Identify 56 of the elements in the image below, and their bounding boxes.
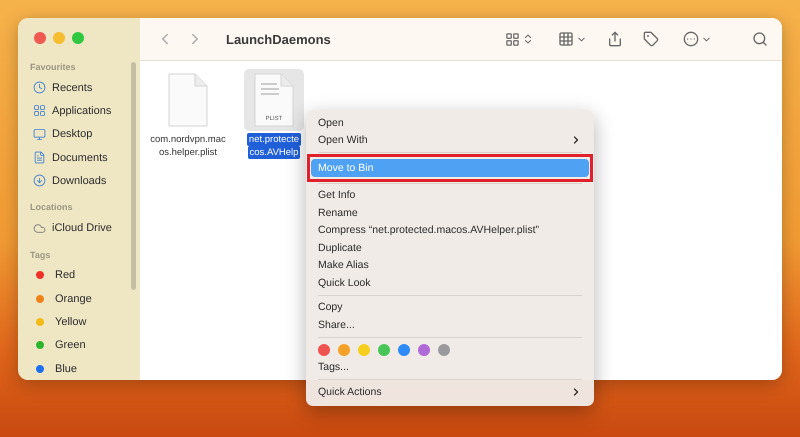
sidebar-heading: Locations	[30, 202, 74, 212]
clock-icon	[33, 81, 46, 94]
blank-file-icon	[168, 74, 208, 126]
sidebar-item[interactable]: Documents	[30, 146, 140, 170]
menu-item[interactable]: Get Info	[311, 186, 589, 204]
sidebar-heading: Tags	[30, 250, 52, 260]
menu-item[interactable]: Tags...	[311, 358, 589, 376]
grid-view-icon[interactable]	[505, 32, 520, 46]
sidebar-item[interactable]: Applications	[30, 99, 140, 123]
tag-icon[interactable]	[643, 31, 659, 47]
scrollbar[interactable]	[131, 62, 136, 290]
more-icon[interactable]	[683, 31, 699, 47]
menu-item[interactable]: Share...	[311, 316, 589, 334]
file-name: cos.AVHelp	[248, 146, 300, 159]
tag-color-dot[interactable]	[318, 344, 330, 356]
sidebar-item[interactable]: iCloud Drive	[30, 216, 140, 240]
sidebar-heading: Favourites	[30, 62, 77, 72]
group-icon[interactable]	[558, 31, 574, 47]
text-file-icon	[254, 74, 294, 126]
zoom-button[interactable]	[72, 32, 84, 44]
menu-item[interactable]: Open	[311, 114, 589, 132]
menu-item[interactable]: Quick Actions	[311, 383, 589, 400]
share-icon[interactable]	[607, 31, 623, 47]
sidebar-item[interactable]: Red	[30, 264, 140, 288]
tag-color-dot[interactable]	[418, 344, 430, 356]
file-name: com.nordvpn.mac	[149, 133, 227, 146]
sidebar-item[interactable]: Yellow	[30, 310, 140, 334]
sidebar-item[interactable]: Downloads	[30, 169, 140, 192]
sidebar-item[interactable]: Green	[30, 334, 140, 357]
tag-color-dot[interactable]	[358, 344, 370, 356]
document-icon	[33, 151, 46, 164]
apps-icon	[33, 104, 46, 118]
sidebar-item[interactable]: Recents	[30, 76, 140, 100]
sidebar-item[interactable]: Desktop	[30, 122, 140, 146]
sidebar-item[interactable]: Orange	[30, 287, 140, 310]
monitor-icon	[33, 128, 46, 141]
file-name: os.helper.plist	[158, 146, 218, 159]
menu-item[interactable]: Duplicate	[311, 239, 589, 256]
menu-item[interactable]: Open With	[311, 132, 589, 149]
file-name: net.protecte	[246, 133, 302, 146]
up-down-chevron-icon[interactable]	[522, 33, 534, 45]
search-icon[interactable]	[752, 31, 768, 47]
menu-item[interactable]: Quick Look	[311, 274, 589, 292]
sidebar-item[interactable]: Blue	[30, 356, 140, 380]
menu-item[interactable]: Copy	[311, 298, 589, 316]
tag-color-dot[interactable]	[378, 344, 390, 356]
close-button[interactable]	[34, 32, 46, 44]
tag-color-dot[interactable]	[398, 344, 410, 356]
cloud-icon	[33, 222, 46, 235]
tag-color-dot[interactable]	[338, 344, 350, 356]
menu-item[interactable]: Rename	[311, 204, 589, 222]
window-title: LaunchDaemons	[226, 32, 332, 46]
download-icon	[33, 174, 46, 188]
menu-item[interactable]: Compress “net.protected.macos.AVHelper.plist”	[311, 222, 589, 239]
tag-color-dot[interactable]	[438, 344, 450, 356]
menu-item[interactable]: Make Alias	[311, 256, 589, 274]
